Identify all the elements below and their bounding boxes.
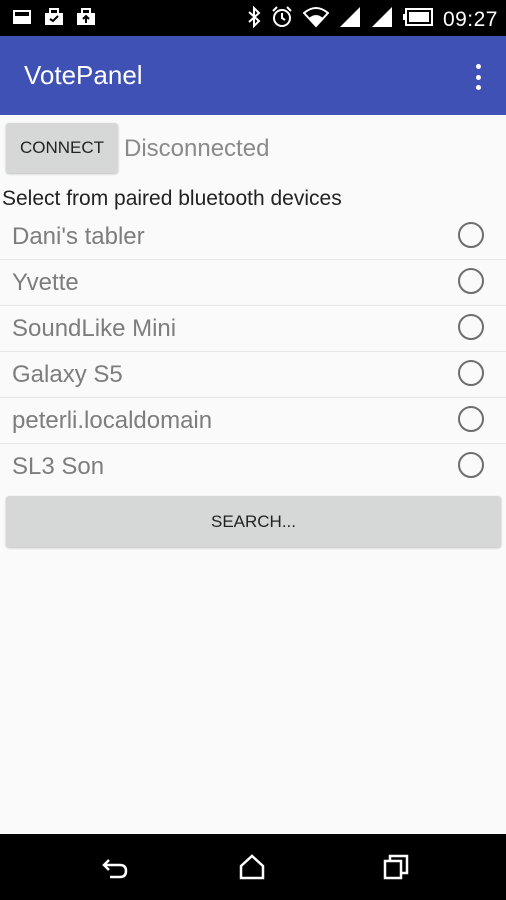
overflow-menu-button[interactable] bbox=[468, 64, 488, 90]
clock-time: 09:27 bbox=[442, 7, 498, 31]
device-name: SL3 Son bbox=[12, 453, 105, 480]
radio-button[interactable] bbox=[458, 406, 484, 432]
device-item[interactable]: peterli.localdomain bbox=[0, 398, 506, 444]
alarm-icon bbox=[271, 6, 293, 33]
device-item[interactable]: Dani's tabler bbox=[0, 214, 506, 260]
more-vert-icon bbox=[475, 64, 481, 69]
app-bar: VotePanel bbox=[0, 36, 506, 115]
briefcase-notification-icon bbox=[44, 8, 64, 26]
navigation-bar bbox=[0, 834, 506, 900]
search-button[interactable]: SEARCH... bbox=[6, 496, 501, 547]
connect-button[interactable]: CONNECT bbox=[6, 123, 118, 173]
signal-icon bbox=[339, 6, 361, 33]
devices-heading: Select from paired bluetooth devices bbox=[2, 187, 342, 210]
radio-button[interactable] bbox=[458, 314, 484, 340]
wifi-icon bbox=[302, 6, 330, 33]
signal-icon-2 bbox=[371, 6, 393, 33]
device-name: Yvette bbox=[12, 269, 79, 296]
connection-status: Disconnected bbox=[124, 135, 270, 162]
radio-button[interactable] bbox=[458, 452, 484, 478]
back-icon[interactable] bbox=[100, 852, 130, 882]
radio-button[interactable] bbox=[458, 222, 484, 248]
device-item[interactable]: SL3 Son bbox=[0, 444, 506, 489]
device-name: Galaxy S5 bbox=[12, 361, 123, 388]
radio-button[interactable] bbox=[458, 268, 484, 294]
recents-icon[interactable] bbox=[381, 852, 411, 882]
device-list: Dani's tabler Yvette SoundLike Mini Gala… bbox=[0, 214, 506, 489]
status-bar: 09:27 bbox=[0, 0, 506, 36]
app-title: VotePanel bbox=[24, 60, 143, 90]
device-item[interactable]: Galaxy S5 bbox=[0, 352, 506, 398]
radio-button[interactable] bbox=[458, 360, 484, 386]
battery-icon bbox=[402, 8, 433, 31]
device-name: peterli.localdomain bbox=[12, 407, 213, 434]
home-icon[interactable] bbox=[237, 852, 267, 882]
device-name: Dani's tabler bbox=[12, 223, 145, 250]
bluetooth-icon bbox=[247, 5, 261, 33]
upload-notification-icon bbox=[76, 8, 96, 26]
device-item[interactable]: Yvette bbox=[0, 260, 506, 306]
device-name: SoundLike Mini bbox=[12, 315, 177, 342]
image-notification-icon bbox=[12, 8, 32, 26]
device-item[interactable]: SoundLike Mini bbox=[0, 306, 506, 352]
